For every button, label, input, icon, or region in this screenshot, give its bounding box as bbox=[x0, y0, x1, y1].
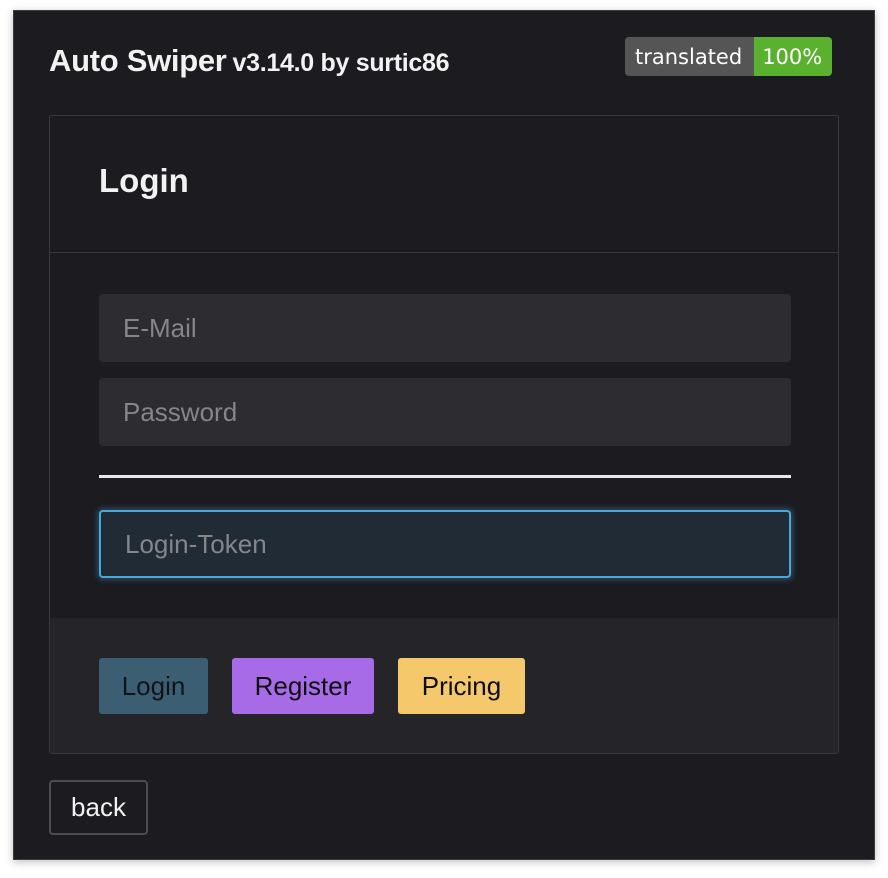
login-token-input[interactable] bbox=[99, 510, 791, 578]
login-button[interactable]: Login bbox=[99, 658, 208, 714]
email-input[interactable] bbox=[99, 294, 791, 362]
app-name: Auto Swiper bbox=[49, 43, 227, 78]
back-button[interactable]: back bbox=[49, 780, 148, 835]
login-card-body bbox=[50, 253, 838, 618]
login-card-title: Login bbox=[99, 162, 189, 199]
login-card-header: Login bbox=[50, 116, 838, 253]
app-window: Auto Swiper v3.14.0 by surtic86 translate… bbox=[13, 10, 875, 860]
app-title: Auto Swiper v3.14.0 by surtic86 bbox=[49, 43, 450, 79]
app-version: v3.14.0 by surtic86 bbox=[232, 49, 450, 77]
translation-badge: translated 100% bbox=[625, 37, 833, 76]
pricing-button[interactable]: Pricing bbox=[398, 658, 525, 714]
translation-badge-value: 100% bbox=[754, 37, 833, 76]
translation-badge-label: translated bbox=[625, 37, 755, 76]
register-button[interactable]: Register bbox=[232, 658, 374, 714]
password-input[interactable] bbox=[99, 378, 791, 446]
login-card: Login Login Register Pricing bbox=[49, 115, 839, 754]
login-card-footer: Login Register Pricing bbox=[50, 618, 838, 753]
form-divider bbox=[99, 475, 791, 478]
